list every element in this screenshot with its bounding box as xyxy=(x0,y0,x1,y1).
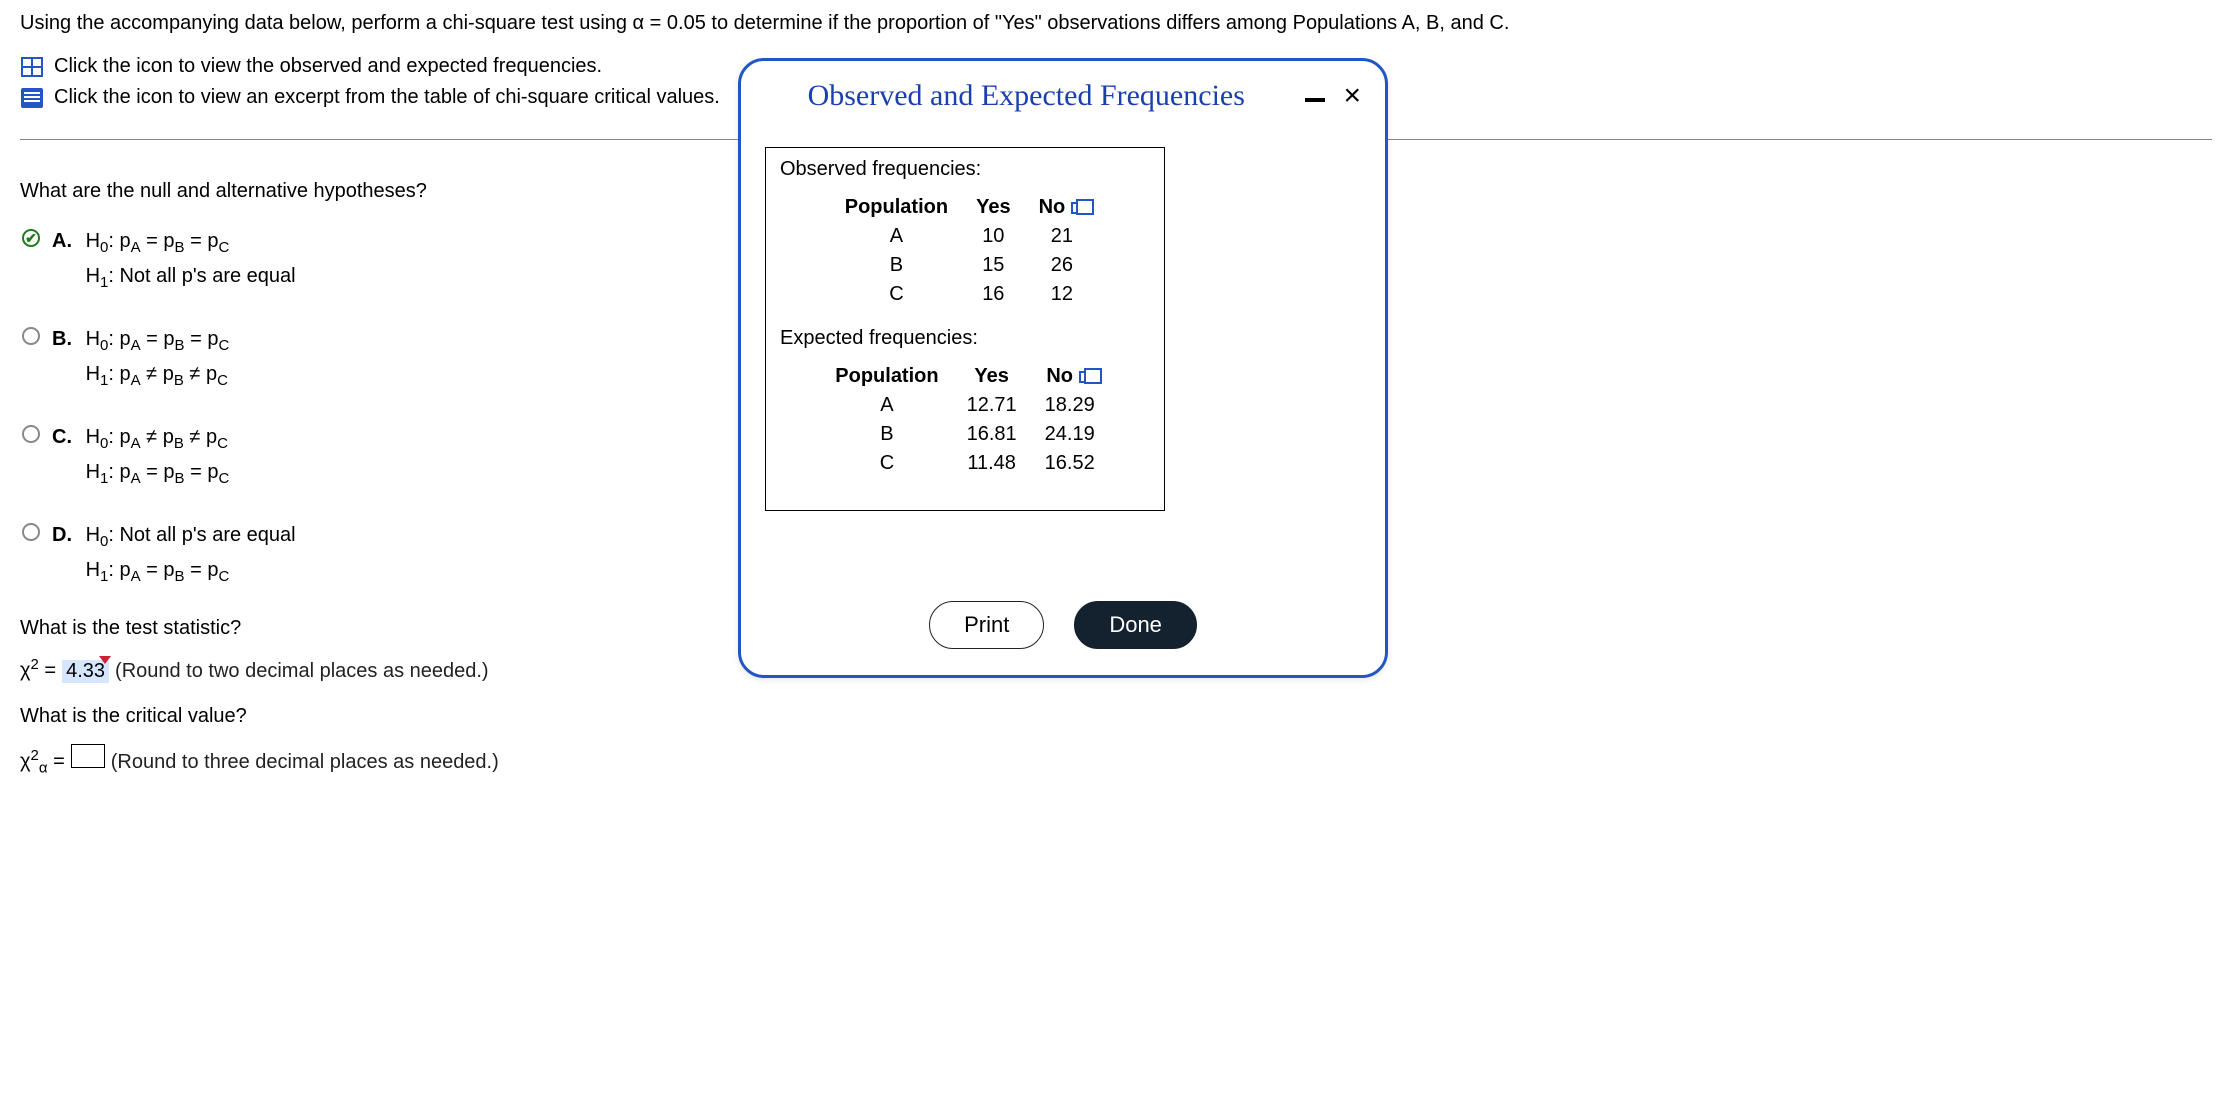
observed-table: Population Yes No A1021 B1526 C1612 xyxy=(831,193,1099,309)
question-text: Using the accompanying data below, perfo… xyxy=(20,12,2212,35)
radio-c[interactable] xyxy=(22,425,40,443)
link-critical-label: Click the icon to view an excerpt from t… xyxy=(54,86,720,109)
radio-d[interactable] xyxy=(22,523,40,541)
done-button[interactable]: Done xyxy=(1074,601,1197,649)
option-d-label: D. xyxy=(52,524,72,546)
expected-label: Expected frequencies: xyxy=(780,327,1150,350)
radio-b[interactable] xyxy=(22,327,40,345)
test-statistic-hint: (Round to two decimal places as needed.) xyxy=(115,660,489,683)
grid-icon xyxy=(20,56,44,78)
chi-squared-symbol: χ2 = xyxy=(20,656,56,683)
test-statistic-value[interactable]: 4.33 xyxy=(62,660,109,683)
copy-icon[interactable] xyxy=(1071,202,1085,214)
print-button[interactable]: Print xyxy=(929,601,1044,649)
link-observed-label: Click the icon to view the observed and … xyxy=(54,55,602,78)
option-b-label: B. xyxy=(52,328,72,350)
critical-value-input[interactable] xyxy=(71,744,105,768)
critical-value-prompt: What is the critical value? xyxy=(20,705,2212,728)
expected-table: Population Yes No A12.7118.29 B16.8124.1… xyxy=(821,362,1108,478)
table-row: A12.7118.29 xyxy=(821,391,1108,420)
book-icon xyxy=(20,87,44,109)
col-population: Population xyxy=(831,193,962,222)
frequencies-modal: Observed and Expected Frequencies × Obse… xyxy=(738,58,1388,678)
table-row: C1612 xyxy=(831,280,1099,309)
table-row: B16.8124.19 xyxy=(821,420,1108,449)
table-row: A1021 xyxy=(831,222,1099,251)
radio-a[interactable] xyxy=(22,229,40,247)
copy-icon[interactable] xyxy=(1079,371,1093,383)
table-row: B1526 xyxy=(831,251,1099,280)
chi-alpha-symbol: χ2α = xyxy=(20,747,65,777)
observed-label: Observed frequencies: xyxy=(780,158,1150,181)
table-row: C11.4816.52 xyxy=(821,449,1108,478)
frequencies-block: Observed frequencies: Population Yes No … xyxy=(765,147,1165,511)
option-c-label: C. xyxy=(52,426,72,448)
minimize-icon[interactable] xyxy=(1305,98,1325,102)
critical-value-hint: (Round to three decimal places as needed… xyxy=(111,751,499,774)
col-no: No xyxy=(1025,193,1100,222)
option-a-label: A. xyxy=(52,230,72,252)
close-icon[interactable]: × xyxy=(1343,81,1361,111)
modal-title: Observed and Expected Frequencies xyxy=(765,79,1287,113)
col-yes: Yes xyxy=(962,193,1024,222)
